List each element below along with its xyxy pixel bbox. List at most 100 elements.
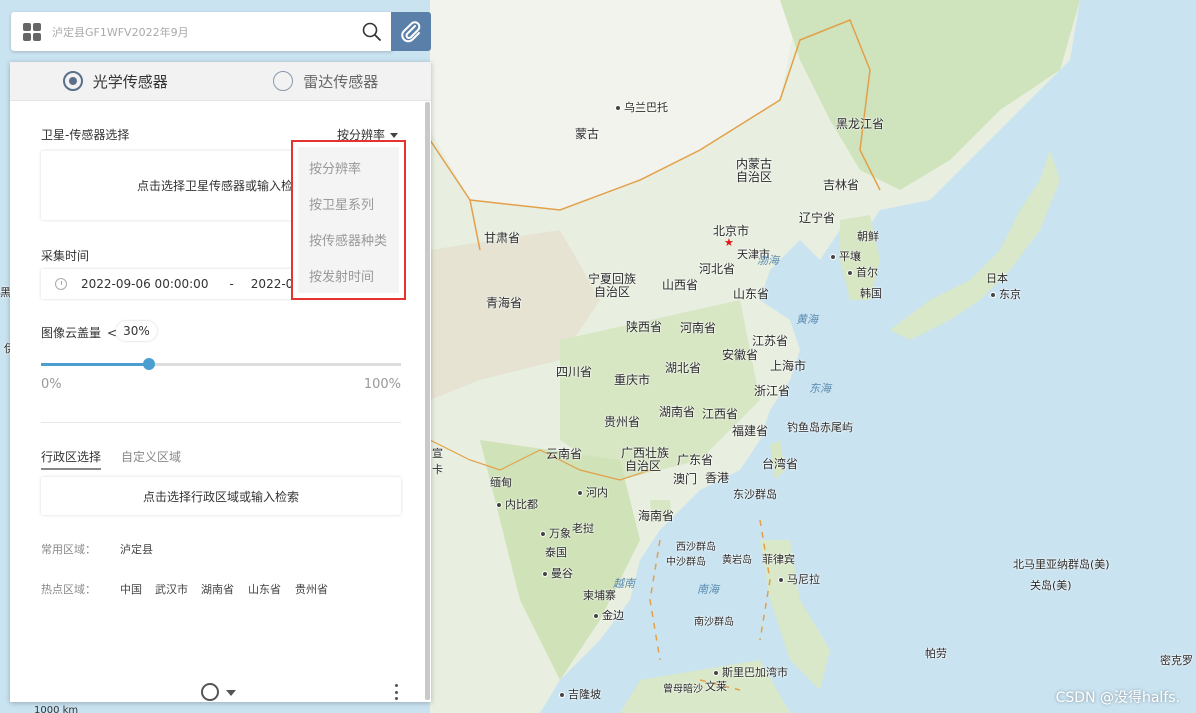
tab-optical-label: 光学传感器 bbox=[92, 72, 168, 91]
hot-region-item[interactable]: 中国 bbox=[120, 581, 142, 597]
map-label-myanmar: 缅甸 bbox=[490, 476, 512, 489]
cloud-cover-label: 图像云盖量 < bbox=[41, 326, 118, 340]
map-label-liaoning: 辽宁省 bbox=[799, 211, 836, 225]
map-label-zengmu: 曾母暗沙 bbox=[663, 684, 703, 695]
map-label-south-china-sea: 南海 bbox=[697, 583, 719, 596]
map-label-anhui: 安徽省 bbox=[722, 348, 759, 362]
map-label-dongsha: 东沙群岛 bbox=[733, 488, 777, 501]
map-label-south-korea: 韩国 bbox=[860, 287, 882, 300]
sort-dropdown-list: 按分辨率 按卫星系列 按传感器种类 按发射时间 bbox=[298, 147, 399, 293]
map-label-hubei: 湖北省 bbox=[665, 361, 702, 375]
date-separator: - bbox=[229, 277, 234, 291]
common-region-item[interactable]: 泸定县 bbox=[120, 541, 153, 557]
map-label-chongqing: 重庆市 bbox=[614, 373, 651, 387]
map-label-manila: 马尼拉 bbox=[778, 573, 820, 586]
sort-option-launch-time[interactable]: 按发射时间 bbox=[309, 266, 374, 285]
map-label-yunnan: 云南省 bbox=[546, 447, 583, 461]
scale-bar-label: 1000 km bbox=[34, 705, 79, 713]
hot-region-item[interactable]: 湖南省 bbox=[201, 581, 234, 597]
sort-option-satellite-series[interactable]: 按卫星系列 bbox=[309, 194, 374, 213]
satellite-sensor-label: 卫星-传感器选择 bbox=[41, 128, 130, 142]
search-submit-icon[interactable] bbox=[201, 683, 219, 701]
region-select[interactable]: 点击选择行政区域或输入检索 bbox=[41, 477, 401, 515]
map-label-partial-3: 卡 bbox=[432, 463, 443, 476]
map-label-northern-mariana: 北马里亚纳群岛(美) bbox=[1013, 558, 1110, 571]
map-label-hongkong: 香港 bbox=[705, 471, 730, 485]
cloud-cover-slider[interactable] bbox=[41, 358, 401, 370]
tab-admin-region[interactable]: 行政区选择 bbox=[41, 448, 102, 470]
cloud-cover-value[interactable]: 30% bbox=[116, 321, 157, 341]
section-divider bbox=[41, 422, 401, 423]
map-label-huangyan: 黄岩岛 bbox=[722, 555, 752, 566]
map-label-brunei: 文莱 bbox=[705, 680, 727, 693]
panel-scrollbar[interactable] bbox=[425, 102, 430, 700]
slider-max-label: 100% bbox=[363, 377, 401, 392]
map-label-philippines: 菲律宾 bbox=[762, 553, 795, 566]
radio-selected-icon bbox=[62, 71, 83, 91]
sensor-tabs: 光学传感器 雷达传感器 bbox=[10, 62, 431, 101]
map-label-pyongyang: 平壤 bbox=[830, 250, 861, 263]
tab-optical-sensor[interactable]: 光学传感器 bbox=[10, 71, 221, 92]
map-label-henan: 河南省 bbox=[680, 321, 717, 335]
map-label-sichuan: 四川省 bbox=[556, 365, 593, 379]
map-label-guizhou: 贵州省 bbox=[604, 415, 641, 429]
sort-dropdown-menu: 按分辨率 按卫星系列 按传感器种类 按发射时间 bbox=[291, 140, 406, 300]
hot-region-item[interactable]: 贵州省 bbox=[295, 581, 328, 597]
map-label-ningxia-2: 自治区 bbox=[594, 285, 631, 299]
attach-button[interactable] bbox=[391, 12, 431, 51]
paperclip-icon bbox=[401, 20, 421, 42]
map-label-jilin: 吉林省 bbox=[823, 178, 860, 192]
map-label-hanoi: 河内 bbox=[577, 486, 608, 499]
hot-region-item[interactable]: 武汉市 bbox=[155, 581, 188, 597]
map-label-guam: 关岛(美) bbox=[1030, 579, 1072, 592]
map-label-thailand: 泰国 bbox=[545, 546, 567, 559]
map-label-east-china-sea: 东海 bbox=[809, 382, 831, 395]
app-grid-icon[interactable] bbox=[23, 22, 41, 41]
map-label-laos: 老挝 bbox=[572, 522, 594, 535]
map-label-yellow-sea: 黄海 bbox=[796, 313, 818, 326]
map-label-vietnam: 越南 bbox=[613, 577, 635, 590]
map-label-jiangsu: 江苏省 bbox=[752, 334, 789, 348]
region-select-placeholder: 点击选择行政区域或输入检索 bbox=[142, 489, 299, 504]
map-label-guangxi-2: 自治区 bbox=[625, 459, 662, 473]
tab-custom-region[interactable]: 自定义区域 bbox=[121, 448, 181, 465]
map-label-vientiane: 万象 bbox=[540, 527, 571, 540]
sort-option-resolution[interactable]: 按分辨率 bbox=[309, 158, 361, 177]
map-label-hebei: 河北省 bbox=[699, 262, 736, 276]
map-label-mongolia: 蒙古 bbox=[575, 127, 600, 141]
map-label-shandong: 山东省 bbox=[733, 287, 770, 301]
search-input[interactable]: 泸定县GF1WFV2022年9月 bbox=[52, 24, 362, 40]
hot-region-item[interactable]: 山东省 bbox=[248, 581, 281, 597]
tab-radar-sensor[interactable]: 雷达传感器 bbox=[221, 71, 432, 92]
map-label-zhongsha: 中沙群岛 bbox=[666, 557, 706, 568]
map-label-guangdong: 广东省 bbox=[677, 453, 714, 467]
start-date-field[interactable]: 2022-09-06 00:00:00 bbox=[81, 277, 208, 291]
map-label-nansha: 南沙群岛 bbox=[694, 617, 734, 628]
map-label-qinghai: 青海省 bbox=[486, 296, 523, 310]
slider-handle[interactable] bbox=[143, 358, 155, 370]
slider-min-label: 0% bbox=[41, 377, 62, 392]
sort-option-sensor-type[interactable]: 按传感器种类 bbox=[309, 230, 387, 249]
map-label-diaoyu: 钓鱼岛 bbox=[787, 421, 820, 434]
search-icon[interactable] bbox=[362, 22, 382, 42]
map-label-ulaanbaatar: 乌兰巴托 bbox=[615, 101, 668, 114]
hot-region-label: 热点区域： bbox=[41, 583, 96, 596]
map-label-naypyidaw: 内比都 bbox=[496, 498, 538, 511]
map-label-bohai: 渤海 bbox=[757, 254, 779, 267]
map-label-shanghai: 上海市 bbox=[770, 359, 807, 373]
map-label-heilongjiang: 黑龙江省 bbox=[836, 117, 885, 131]
satellite-select-placeholder: 点击选择卫星传感器或输入检索 bbox=[137, 179, 306, 193]
search-bar: 泸定县GF1WFV2022年9月 bbox=[11, 12, 392, 51]
map-label-tokyo: 东京 bbox=[990, 288, 1021, 301]
map-label-japan: 日本 bbox=[986, 272, 1008, 285]
map-label-zhejiang: 浙江省 bbox=[754, 384, 791, 398]
map-label-inner-mongolia-2: 自治区 bbox=[736, 170, 773, 184]
map-label-gansu: 甘肃省 bbox=[484, 231, 521, 245]
map-label-shanxi: 山西省 bbox=[662, 278, 699, 292]
map-label-partial-4: 宣 bbox=[432, 447, 443, 460]
more-options-icon[interactable] bbox=[395, 684, 399, 700]
map-label-palau: 帕劳 bbox=[925, 647, 947, 660]
map-label-micronesia: 密克罗 bbox=[1160, 654, 1193, 667]
chevron-down-icon[interactable] bbox=[226, 690, 236, 696]
radio-unselected-icon bbox=[273, 71, 294, 91]
